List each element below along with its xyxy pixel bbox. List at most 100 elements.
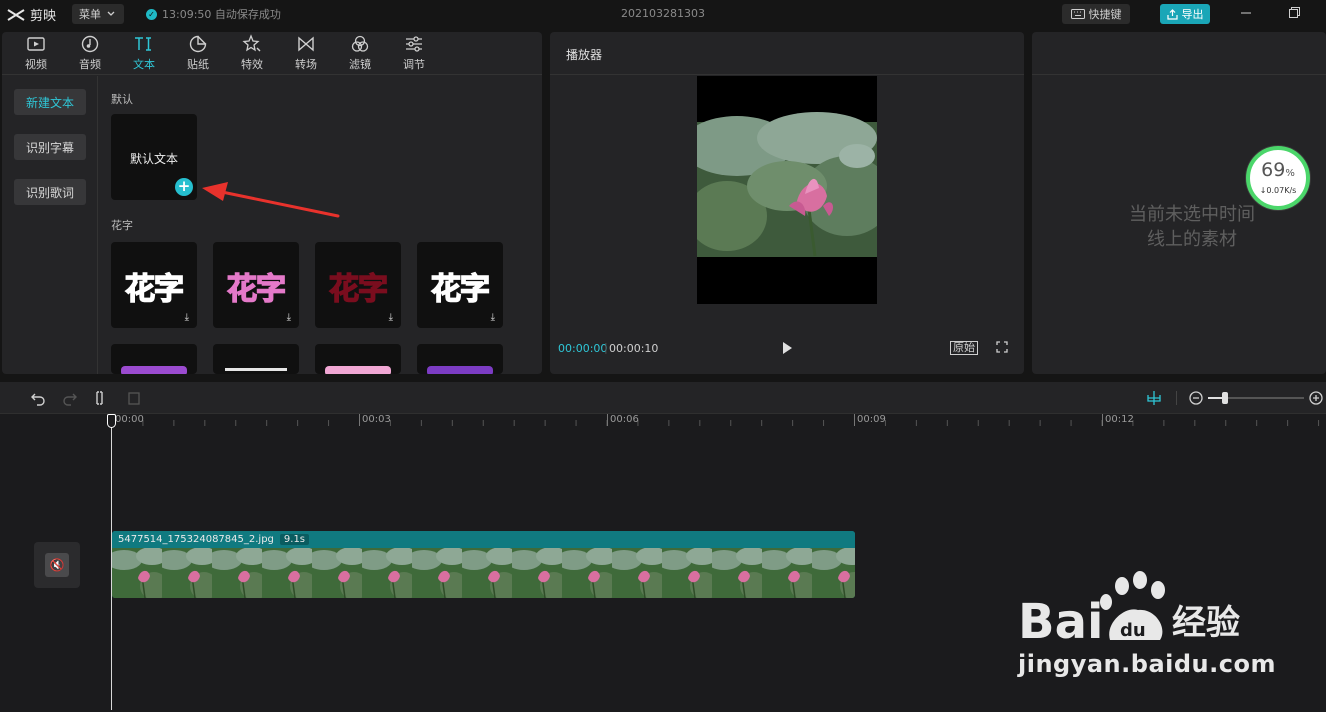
fancy-text-card[interactable]: 花字 ⤓ xyxy=(111,242,197,328)
play-icon[interactable] xyxy=(779,340,795,356)
player-title: 播放器 xyxy=(566,48,603,62)
split-icon[interactable] xyxy=(94,390,110,406)
fancy-text-preview: 花字 xyxy=(226,271,287,308)
divider xyxy=(550,74,1024,75)
track-mute-button[interactable]: 🔇 xyxy=(34,542,80,588)
player-panel: 播放器 00:00:00 | 00:00:10 原始 xyxy=(550,32,1024,374)
download-icon[interactable]: ⤓ xyxy=(287,312,291,323)
video-clip[interactable]: 5477514_175324087845_2.jpg 9.1s xyxy=(112,531,855,598)
text-icon xyxy=(135,37,151,51)
network-percent: 69% xyxy=(1261,159,1295,181)
network-rate: ↓0.07K/s xyxy=(1259,186,1297,195)
download-icon[interactable]: ⤓ xyxy=(389,312,393,323)
media-panel: 视频 音频 文本 贴纸 特效 转场 滤镜 调节 新建文本 识别字幕 识别歌词 默… xyxy=(2,32,542,374)
new-text-button[interactable]: 新建文本 xyxy=(14,89,86,115)
tab-sticker-label: 贴纸 xyxy=(187,58,209,71)
timeline-toolbar xyxy=(0,382,1326,414)
tab-video[interactable]: 视频 xyxy=(11,34,61,74)
tab-adjust-label: 调节 xyxy=(403,58,425,71)
fancy-text-preview-shape xyxy=(121,366,187,374)
tab-audio[interactable]: 音频 xyxy=(65,34,115,74)
clip-name: 5477514_175324087845_2.jpg xyxy=(118,533,274,545)
clip-thumbnail xyxy=(112,548,162,598)
fancy-text-preview: 花字 xyxy=(124,271,185,308)
clip-thumbnail xyxy=(512,548,562,598)
network-speed-widget[interactable]: 69% ↓0.07K/s xyxy=(1246,146,1310,210)
zoom-out-icon[interactable] xyxy=(1188,390,1204,406)
clip-thumbnail xyxy=(612,548,662,598)
delete-icon[interactable] xyxy=(126,390,142,406)
fancy-text-card[interactable] xyxy=(111,344,197,374)
shortcut-button[interactable]: 快捷键 xyxy=(1062,4,1130,24)
menu-button[interactable]: 菜单 xyxy=(72,4,124,24)
effect-icon xyxy=(242,34,261,52)
app-name: 剪映 xyxy=(30,9,57,24)
tab-text[interactable]: 文本 xyxy=(119,34,169,74)
time-ruler[interactable]: 00:00 00:03 00:06 00:09 00:12 xyxy=(0,414,1326,428)
fancy-text-card[interactable] xyxy=(417,344,503,374)
ruler-tick-label: 00:09 xyxy=(854,414,886,426)
recognize-lyrics-button[interactable]: 识别歌词 xyxy=(14,179,86,205)
original-ratio-button[interactable]: 原始 xyxy=(950,341,978,355)
recognize-subtitles-button[interactable]: 识别字幕 xyxy=(14,134,86,160)
fancy-text-card[interactable] xyxy=(315,344,401,374)
default-text-card[interactable]: 默认文本 + xyxy=(111,114,197,200)
zoom-in-icon[interactable] xyxy=(1308,390,1324,406)
fullscreen-icon[interactable] xyxy=(996,341,1008,353)
clip-thumbnail xyxy=(362,548,412,598)
video-icon xyxy=(27,37,45,51)
fancy-text-preview-shape xyxy=(325,366,391,374)
paw-icon: du xyxy=(1100,571,1165,641)
tab-sticker[interactable]: 贴纸 xyxy=(173,34,223,74)
fancy-text-card[interactable]: 花字 ⤓ xyxy=(315,242,401,328)
fancy-text-card[interactable]: 花字 ⤓ xyxy=(213,242,299,328)
tab-transition[interactable]: 转场 xyxy=(281,34,331,74)
playhead-line[interactable] xyxy=(111,418,112,710)
maximize-button[interactable] xyxy=(1284,4,1304,24)
chevron-down-icon xyxy=(107,11,115,16)
default-section-title: 默认 xyxy=(111,93,133,106)
clip-thumbnail xyxy=(212,548,262,598)
clip-thumbnail xyxy=(662,548,712,598)
ruler-tick-label: 00:03 xyxy=(359,414,391,426)
fancy-text-preview: 花字 xyxy=(430,271,491,308)
export-icon xyxy=(1166,8,1178,20)
add-icon[interactable]: + xyxy=(175,178,193,196)
tab-text-label: 文本 xyxy=(133,58,155,71)
export-button[interactable]: 导出 xyxy=(1160,4,1210,24)
clip-thumbnail xyxy=(412,548,462,598)
undo-icon[interactable] xyxy=(30,390,46,406)
title-bar: 剪映 菜单 ✓ 13:09:50 自动保存成功 202103281303 快捷键… xyxy=(0,0,1326,28)
playhead-handle[interactable] xyxy=(107,414,116,428)
mute-icon: 🔇 xyxy=(45,553,69,577)
sticker-icon xyxy=(189,35,207,53)
snap-icon[interactable] xyxy=(1146,390,1162,406)
filter-icon xyxy=(351,35,369,52)
fancy-text-card[interactable] xyxy=(213,344,299,374)
clip-header: 5477514_175324087845_2.jpg 9.1s xyxy=(112,531,855,547)
fancy-text-card[interactable]: 花字 ⤓ xyxy=(417,242,503,328)
download-icon[interactable]: ⤓ xyxy=(185,312,189,323)
minimize-icon xyxy=(1241,12,1251,14)
redo-icon[interactable] xyxy=(62,390,78,406)
tab-effect[interactable]: 特效 xyxy=(227,34,277,74)
clip-thumbnail xyxy=(312,548,362,598)
tab-filter[interactable]: 滤镜 xyxy=(335,34,385,74)
tab-filter-label: 滤镜 xyxy=(349,58,371,71)
divider xyxy=(1032,74,1326,75)
tab-audio-label: 音频 xyxy=(79,58,101,71)
tab-effect-label: 特效 xyxy=(241,58,263,71)
default-text-label: 默认文本 xyxy=(129,152,178,166)
minimize-button[interactable] xyxy=(1236,4,1256,24)
ruler-tick-label: 00:12 xyxy=(1102,414,1134,426)
tab-adjust[interactable]: 调节 xyxy=(389,34,439,74)
zoom-slider[interactable] xyxy=(1208,392,1304,404)
svg-text:du: du xyxy=(1120,620,1146,641)
download-icon[interactable]: ⤓ xyxy=(491,312,495,323)
fancy-text-preview: 花字 xyxy=(328,271,389,308)
video-preview[interactable] xyxy=(697,76,877,304)
zoom-slider-handle[interactable] xyxy=(1222,392,1228,404)
lotus-image xyxy=(697,76,877,304)
annotation-arrow-icon xyxy=(202,182,340,218)
adjust-icon xyxy=(406,36,422,52)
